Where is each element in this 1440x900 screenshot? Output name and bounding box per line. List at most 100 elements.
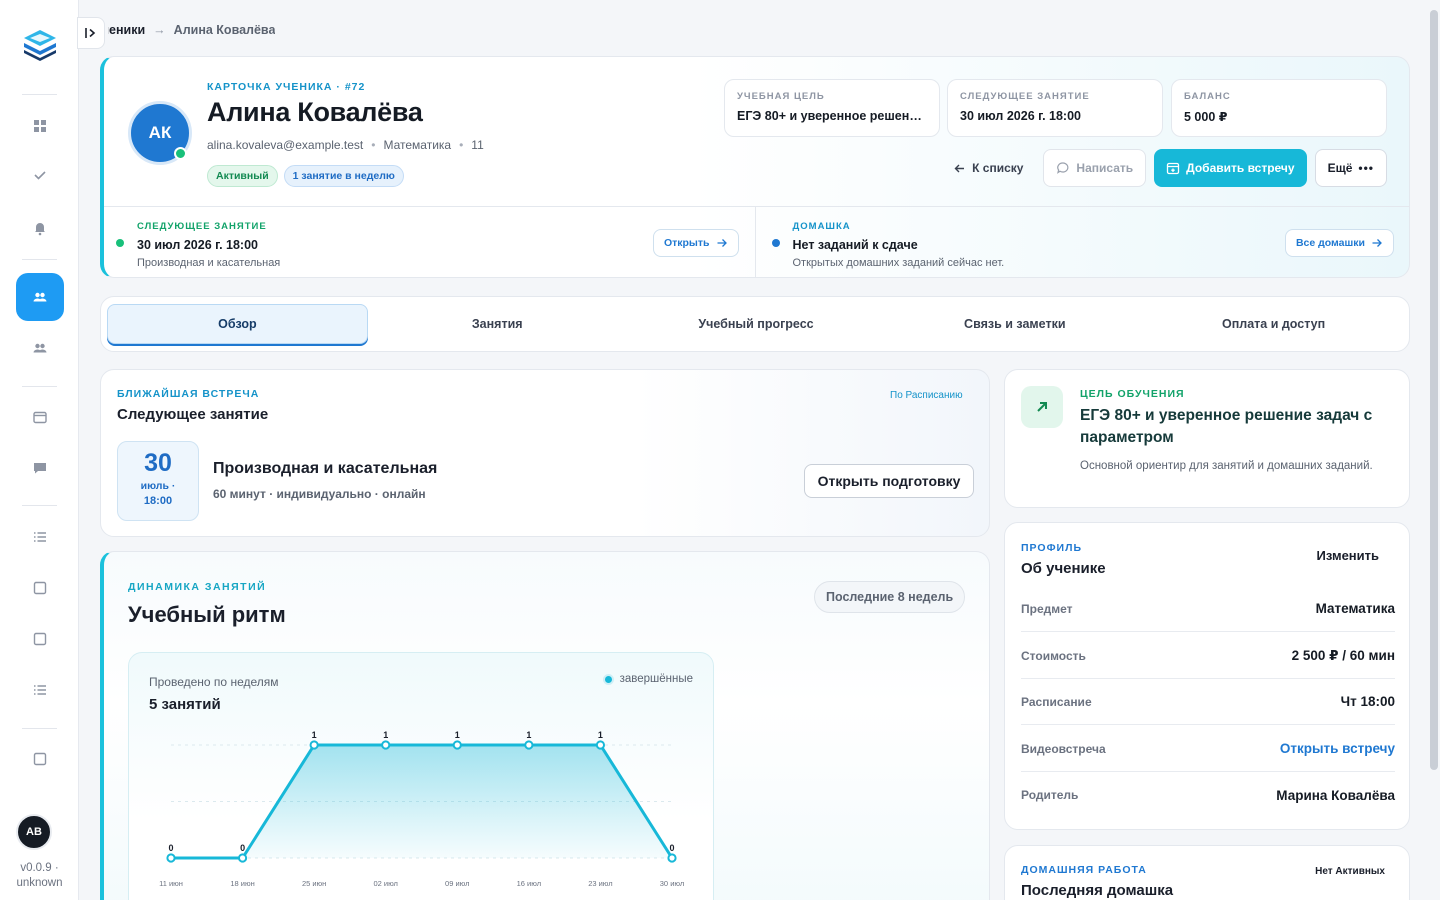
stat-next-lesson: СЛЕДУЮЩЕЕ ЗАНЯТИЕ 30 июл 2026 г. 18:00	[947, 79, 1163, 137]
all-homework-label: Все домашки	[1295, 237, 1365, 249]
bell-icon	[35, 223, 45, 236]
profile-row-price: Стоимость 2 500 ₽ / 60 мин	[1021, 633, 1395, 679]
sidebar-item-messages[interactable]	[16, 444, 64, 492]
sidebar-item-tasks[interactable]	[16, 151, 64, 199]
open-video-meeting-link[interactable]: Открыть встречу	[1280, 741, 1395, 756]
student-badges: Активный 1 занятие в неделю	[207, 165, 404, 187]
sidebar-item-students[interactable]	[16, 273, 64, 321]
chart-data-label: 1	[383, 730, 388, 740]
add-meeting-label: Добавить встречу	[1186, 161, 1295, 175]
sidebar-divider	[22, 505, 57, 506]
arrow-right-icon: →	[153, 23, 166, 37]
more-button[interactable]: Ещё •••	[1314, 149, 1387, 187]
sidebar-item-calendar[interactable]	[16, 393, 64, 441]
profile-value: Математика	[1315, 601, 1395, 616]
tab-bar: Обзор Занятия Учебный прогресс Связь и з…	[100, 296, 1410, 352]
chart-tick-label: 18 июн	[230, 879, 254, 888]
profile-title: Об ученике	[1021, 560, 1106, 577]
profile-row-schedule: Расписание Чт 18:00	[1021, 679, 1395, 725]
chart-tick-label: 09 июл	[445, 879, 469, 888]
sidebar-item-page-1[interactable]	[16, 564, 64, 612]
sidebar-divider	[22, 386, 57, 387]
sidebar-item-dashboard[interactable]	[16, 102, 64, 150]
rhythm-overline: ДИНАМИКА ЗАНЯТИЙ	[128, 581, 267, 593]
sidebar-divider	[22, 728, 57, 729]
chart-container: Проведено по неделям 5 занятий завершённ…	[128, 652, 714, 900]
chart-data-label: 1	[455, 730, 460, 740]
profile-key: Расписание	[1021, 694, 1092, 709]
sidebar-toggle-button[interactable]	[77, 17, 105, 49]
next-meeting-title: Следующее занятие	[117, 406, 269, 423]
app-version-build: unknown	[16, 877, 63, 889]
tab-payment[interactable]: Оплата и доступ	[1144, 304, 1403, 344]
rhythm-chart: 0 11 июн 0 18 июн 1 25 июн 1 02 июл 1 09 июл 1 16 и…	[159, 730, 684, 888]
profile-row-subject: Предмет Математика	[1021, 586, 1395, 632]
breadcrumb-current: Алина Ковалёва	[173, 23, 276, 37]
arrow-right-icon	[1372, 239, 1382, 247]
sidebar-item-list[interactable]	[16, 513, 64, 561]
meeting-time: 18:00	[143, 495, 173, 507]
homework-summary: ДОМАШКА Нет заданий к сдаче Открытых дом…	[754, 207, 1410, 277]
add-meeting-button[interactable]: Добавить встречу	[1154, 149, 1307, 187]
homework-sub: Открытых домашних заданий сейчас нет.	[792, 257, 1005, 269]
tab-progress[interactable]: Учебный прогресс	[627, 304, 886, 344]
goal-overline: ЦЕЛЬ ОБУЧЕНИЯ	[1080, 388, 1185, 400]
chart-data-label: 1	[312, 730, 317, 740]
separator-dot: •	[371, 138, 376, 152]
chart-point	[524, 740, 534, 750]
separator-dot: •	[459, 138, 464, 152]
meeting-topic: Производная и касательная	[213, 460, 438, 477]
homework-card-title: Последняя домашка	[1021, 882, 1174, 899]
write-message-button[interactable]: Написать	[1043, 149, 1147, 187]
period-selector[interactable]: Последние 8 недель	[814, 581, 966, 613]
back-to-list-button[interactable]: К списку	[941, 149, 1035, 187]
sidebar: AB v0.0.9 · unknown	[0, 0, 79, 900]
square-icon	[33, 581, 47, 595]
stat-label: СЛЕДУЮЩЕЕ ЗАНЯТИЕ	[960, 91, 1090, 102]
sidebar-item-groups[interactable]	[16, 324, 64, 372]
calendar-icon	[33, 411, 47, 424]
stat-label: УЧЕБНАЯ ЦЕЛЬ	[737, 91, 825, 102]
user-avatar[interactable]: AB	[16, 814, 52, 850]
chart-tick-label: 11 июн	[159, 879, 183, 888]
next-meeting-overline: БЛИЖАЙШАЯ ВСТРЕЧА	[117, 388, 260, 400]
arrow-up-right-icon	[1021, 386, 1063, 428]
app-logo-icon[interactable]	[21, 26, 59, 64]
chart-tick-label: 30 июл	[660, 879, 684, 888]
profile-value: Чт 18:00	[1340, 694, 1395, 709]
goal-title: ЕГЭ 80+ и уверенное решение задач с пара…	[1080, 407, 1373, 446]
meeting-date-box: 30 июль · 18:00	[117, 441, 199, 521]
hero-actions: К списку Написать Добавить встречу Ещё •…	[941, 149, 1387, 187]
stat-value: 30 июл 2026 г. 18:00	[960, 109, 1081, 123]
chart-tick-label: 16 июл	[517, 879, 541, 888]
sidebar-item-ordered-list[interactable]	[16, 666, 64, 714]
frequency-badge: 1 занятие в неделю	[283, 165, 404, 187]
tab-notes[interactable]: Связь и заметки	[885, 304, 1144, 344]
breadcrumb-parent[interactable]: Ученики	[108, 23, 145, 37]
page-scrollbar[interactable]	[1430, 10, 1438, 770]
tab-lessons[interactable]: Занятия	[368, 304, 627, 344]
hero-summary-strip: СЛЕДУЮЩЕЕ ЗАНЯТИЕ 30 июл 2026 г. 18:00 П…	[104, 206, 1410, 277]
sidebar-item-notifications[interactable]	[16, 204, 64, 252]
next-lesson-summary: СЛЕДУЮЩЕЕ ЗАНЯТИЕ 30 июл 2026 г. 18:00 П…	[104, 207, 755, 277]
tab-overview[interactable]: Обзор	[107, 304, 368, 344]
next-meeting-card: БЛИЖАЙШАЯ ВСТРЕЧА Следующее занятие По Р…	[100, 369, 990, 537]
schedule-tag: По Расписанию	[890, 390, 963, 401]
all-homework-button[interactable]: Все домашки	[1284, 229, 1394, 257]
stat-value: ЕГЭ 80+ и уверенное решение задач с пара…	[737, 109, 927, 123]
profile-key: Предмет	[1021, 601, 1073, 616]
arrow-left-icon	[954, 164, 965, 172]
calendar-plus-icon	[1166, 162, 1180, 175]
chart-point	[667, 853, 677, 863]
open-preparation-button[interactable]: Открыть подготовку	[804, 464, 974, 498]
sidebar-item-page-2[interactable]	[16, 615, 64, 663]
edit-profile-button[interactable]: Изменить	[1316, 548, 1379, 563]
back-to-list-label: К списку	[972, 161, 1024, 175]
open-lesson-button[interactable]: Открыть	[652, 229, 739, 257]
profile-value: Марина Ковалёва	[1276, 787, 1395, 803]
student-name: Алина Ковалёва	[207, 97, 423, 127]
sidebar-item-page-3[interactable]	[16, 735, 64, 783]
status-badge: Активный	[207, 165, 278, 187]
next-lesson-title: 30 июл 2026 г. 18:00	[137, 238, 258, 252]
more-label: Ещё	[1327, 161, 1353, 175]
